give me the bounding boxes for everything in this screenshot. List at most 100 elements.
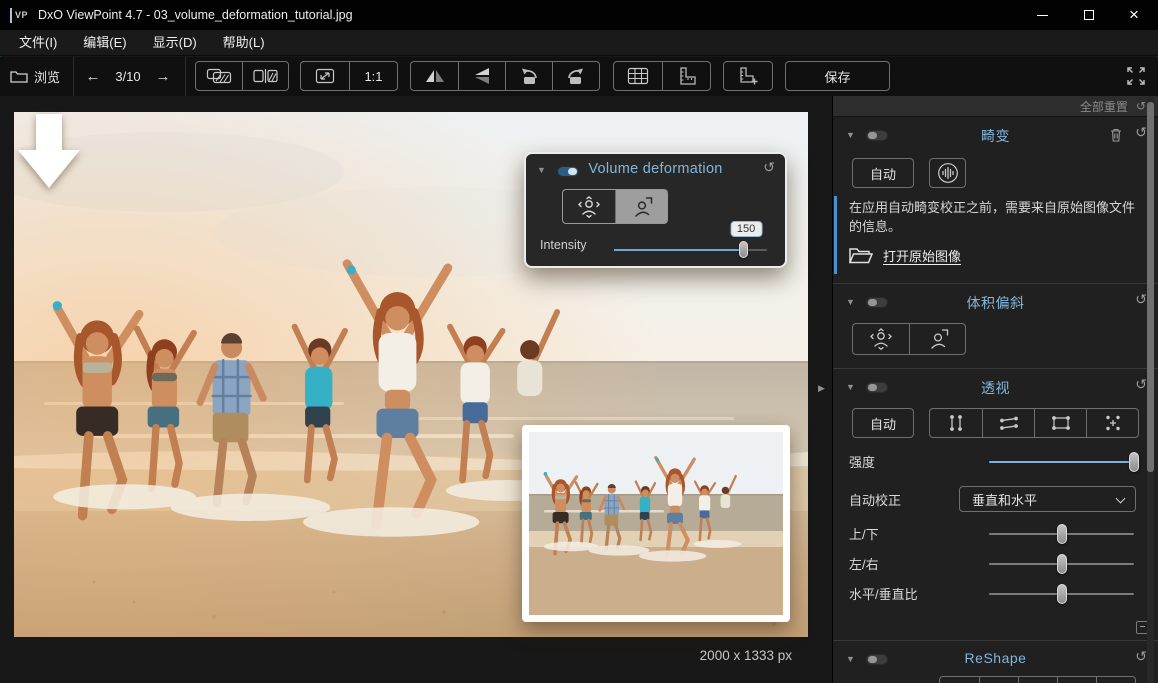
up-down-slider-handle[interactable] (1057, 524, 1067, 544)
reshape-tool-button-5[interactable] (1096, 677, 1135, 683)
fit-screen-button[interactable] (301, 62, 349, 90)
open-original-link[interactable]: 打开原始图像 (883, 246, 961, 265)
grid-button[interactable] (614, 62, 662, 90)
distortion-auto-button[interactable]: 自动 (852, 158, 914, 188)
reshape-undo-icon[interactable]: ↺ (1135, 648, 1147, 665)
down-arrow-icon (14, 112, 84, 192)
compare-mode-group (195, 61, 289, 91)
reset-all-undo-icon[interactable]: ↺ (1136, 99, 1146, 113)
window-title: DxO ViewPoint 4.7 - 03_volume_deformatio… (38, 8, 353, 22)
zoom-1to1-button[interactable]: 1:1 (349, 62, 397, 90)
wave-circle-icon (937, 162, 959, 184)
vertical-lines-icon (944, 413, 968, 433)
distortion-header: ▼ 畸变 ↺ (833, 120, 1158, 150)
strength-row: 强度 (833, 448, 1158, 474)
grid-icon (627, 67, 649, 85)
hv-ratio-slider[interactable] (989, 593, 1134, 595)
person-arrows-icon (869, 328, 893, 350)
menu-help[interactable]: 帮助(L) (210, 30, 278, 56)
right-sidebar: 全部重置 ↺ ▼ 畸变 ↺ 自动 (832, 96, 1158, 683)
force-vertical-button[interactable] (930, 409, 982, 437)
volume-spherical-button[interactable] (853, 324, 909, 354)
rotate-right-button[interactable] (552, 62, 599, 90)
spherical-mode-button[interactable] (563, 190, 615, 223)
hv-ratio-label: 水平/垂直比 (849, 584, 918, 603)
volume-undo-icon[interactable]: ↺ (1135, 291, 1147, 308)
reshape-tool-button-2[interactable] (979, 677, 1018, 683)
compare-overlay-button[interactable] (196, 62, 242, 90)
ruler-button[interactable] (662, 62, 710, 90)
left-right-label: 左/右 (849, 554, 879, 573)
perspective-undo-icon[interactable]: ↺ (1135, 376, 1147, 393)
prev-image-button[interactable]: ← (83, 61, 103, 91)
compare-split-button[interactable] (242, 62, 288, 90)
ruler-add-icon (737, 66, 759, 86)
panel-undo-icon[interactable]: ↺ (763, 159, 775, 176)
auto-correct-dropdown[interactable]: 垂直和水平 (959, 486, 1136, 512)
hv-ratio-slider-handle[interactable] (1057, 584, 1067, 604)
left-right-slider-handle[interactable] (1057, 554, 1067, 574)
auto-correct-label: 自动校正 (849, 490, 901, 509)
reshape-header: ▼ ReShape ↺ (833, 644, 1158, 674)
lens-profile-button[interactable] (929, 158, 966, 188)
zoom-1to1-label: 1:1 (364, 69, 382, 84)
close-button[interactable]: × (1119, 0, 1149, 30)
perspective-auto-button[interactable]: 自动 (852, 408, 914, 438)
menu-file[interactable]: 文件(I) (6, 30, 70, 56)
distortion-undo-icon[interactable]: ↺ (1135, 124, 1147, 141)
horizontal-lines-icon (997, 413, 1021, 433)
rotate-left-button[interactable] (505, 62, 552, 90)
image-canvas: ▼ Volume deformation ↺ (0, 96, 832, 683)
panel-title: Volume deformation (526, 161, 785, 177)
reshape-tool-button-3[interactable] (1018, 677, 1057, 683)
next-image-button[interactable]: → (153, 61, 173, 91)
intensity-slider[interactable]: 150 (614, 249, 767, 251)
strength-slider[interactable] (989, 461, 1134, 463)
left-right-row: 左/右 (833, 550, 1158, 576)
compare-split-icon (252, 68, 280, 84)
browse-button[interactable]: 浏览 (10, 61, 60, 91)
distortion-info-block: 在应用自动畸变校正之前，需要来自原始图像文件的信息。 打开原始图像 (834, 196, 1148, 274)
sidebar-scrollbar-thumb[interactable] (1147, 102, 1154, 472)
save-button[interactable]: 保存 (785, 61, 890, 91)
open-folder-icon (849, 247, 873, 264)
left-right-slider[interactable] (989, 563, 1134, 565)
distortion-trash-icon[interactable] (1110, 128, 1122, 142)
intensity-slider-handle[interactable]: 150 (739, 241, 748, 258)
rotate-left-icon (518, 66, 540, 86)
force-horizontal-button[interactable] (982, 409, 1034, 437)
flip-horizontal-button[interactable] (411, 62, 458, 90)
auto-correct-value: 垂直和水平 (972, 490, 1037, 509)
strength-label: 强度 (849, 452, 875, 471)
open-original-row: 打开原始图像 (837, 236, 1148, 271)
reshape-tool-button-4[interactable] (1057, 677, 1096, 683)
toolbar: 浏览 ← 3/10 → (0, 57, 1158, 96)
up-down-slider[interactable] (989, 533, 1134, 535)
volume-diagonal-button[interactable] (909, 324, 965, 354)
rectangle-tool-button[interactable] (1034, 409, 1086, 437)
add-measure-button[interactable] (723, 61, 773, 91)
menu-edit[interactable]: 编辑(E) (70, 30, 139, 56)
volume-deformation-panel: ▼ Volume deformation ↺ (524, 152, 787, 268)
sidebar-collapse-arrow[interactable]: ▶ (818, 383, 825, 394)
guides-group (613, 61, 711, 91)
diagonal-mode-button[interactable] (615, 190, 667, 223)
fullscreen-button[interactable] (1122, 61, 1150, 91)
perspective-tools-group (929, 408, 1139, 438)
auto-correct-row: 自动校正 垂直和水平 (833, 486, 1158, 512)
reset-all-label[interactable]: 全部重置 (1080, 98, 1128, 115)
chevron-down-icon (1116, 494, 1126, 504)
title-bar: VP DxO ViewPoint 4.7 - 03_volume_deforma… (0, 0, 1158, 30)
app-window: VP DxO ViewPoint 4.7 - 03_volume_deforma… (0, 0, 1158, 683)
maximize-button[interactable] (1074, 0, 1104, 30)
flip-vertical-button[interactable] (458, 62, 505, 90)
strength-slider-handle[interactable] (1129, 452, 1139, 472)
reshape-tool-button-1[interactable] (940, 677, 979, 683)
menu-view[interactable]: 显示(D) (140, 30, 210, 56)
eight-point-tool-button[interactable] (1086, 409, 1138, 437)
transform-group (410, 61, 600, 91)
page-indicator: 3/10 (106, 61, 150, 91)
browse-label: 浏览 (34, 67, 60, 86)
minimize-button[interactable] (1027, 0, 1057, 30)
distortion-info-message: 在应用自动畸变校正之前，需要来自原始图像文件的信息。 (837, 196, 1148, 236)
